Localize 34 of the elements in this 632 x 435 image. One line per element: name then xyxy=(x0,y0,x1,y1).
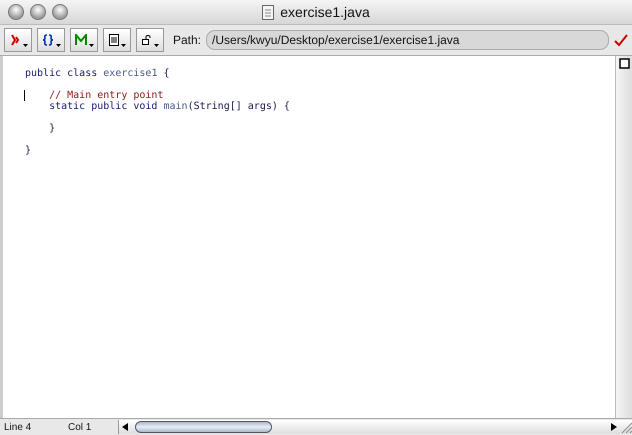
document-icon xyxy=(262,4,274,20)
lock-menu-button[interactable] xyxy=(136,28,164,52)
path-label: Path: xyxy=(173,33,202,47)
code-line: } xyxy=(48,123,56,134)
checkmark-icon[interactable] xyxy=(614,33,628,47)
dropdown-caret-icon xyxy=(88,44,94,46)
column-indicator: Col 1 xyxy=(67,422,92,432)
lock-icon xyxy=(142,35,152,45)
document-icon xyxy=(108,34,118,46)
document-menu-button[interactable] xyxy=(103,28,131,52)
horizontal-scrollbar[interactable] xyxy=(118,420,632,434)
dropdown-caret-icon xyxy=(120,44,126,46)
braces-icon xyxy=(42,34,54,46)
code-line: static public void main(String[] args) { xyxy=(48,101,290,112)
methods-menu-button[interactable] xyxy=(70,28,98,52)
dropdown-caret-icon xyxy=(154,44,158,46)
dropdown-caret-icon xyxy=(56,44,60,46)
resize-grip-icon[interactable] xyxy=(620,421,632,433)
method-icon xyxy=(74,34,86,46)
braces-menu-button[interactable] xyxy=(37,28,65,52)
close-button[interactable] xyxy=(8,4,24,20)
split-view-icon[interactable] xyxy=(618,58,630,69)
path-field[interactable]: /Users/kwyu/Desktop/exercise1/exercise1.java xyxy=(206,30,609,50)
code-line: } xyxy=(25,145,32,156)
line-indicator: Line 4 xyxy=(3,422,32,432)
scroll-thumb[interactable] xyxy=(135,421,272,433)
code-editor[interactable]: public class exercise1 { // Main entry point static public void main(String[] args) { } } xyxy=(0,56,615,418)
code-line: // Main entry point xyxy=(48,90,164,101)
window-title: exercise1.java xyxy=(280,4,370,20)
compile-menu-button[interactable] xyxy=(4,28,32,52)
dropdown-caret-icon xyxy=(22,44,28,46)
zoom-button[interactable] xyxy=(52,4,68,20)
code-line: public class exercise1 { xyxy=(25,68,170,79)
minimize-button[interactable] xyxy=(30,4,46,20)
